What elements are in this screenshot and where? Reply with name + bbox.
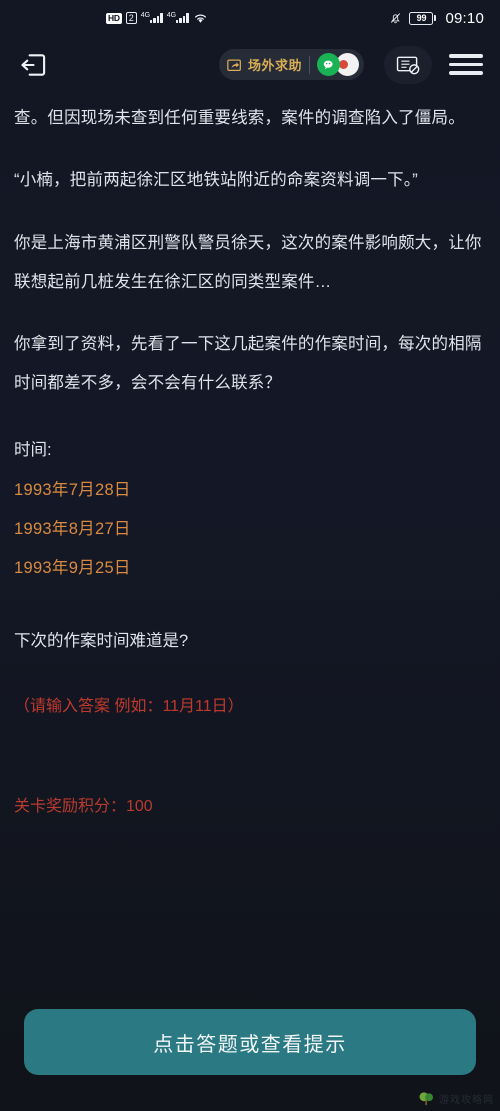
story-paragraph-1: 查。但因现场未查到任何重要线索，案件的调查陷入了僵局。	[14, 109, 465, 127]
exit-button[interactable]	[14, 46, 52, 84]
story-paragraph-3: 你是上海市黄浦区刑警队警员徐天，这次的案件影响颇大，让你联想起前几桩发生在徐汇区…	[14, 234, 482, 291]
sim-icon: 2	[125, 12, 137, 24]
app-screen: HD 2 4G 4G 99 09:10 场外求助 查。但因现场未查到任何重要线索…	[0, 0, 500, 1111]
answer-format-hint: （请输入答案 例如：11月11日）	[14, 698, 244, 715]
question-prompt: 下次的作案时间难道是?	[14, 632, 189, 650]
battery-icon: 99	[409, 11, 437, 25]
outside-help-button[interactable]: 场外求助	[218, 49, 364, 80]
toolbar: 场外求助	[0, 36, 500, 93]
hamburger-line-2	[449, 62, 483, 67]
clue-date-2: 1993年8月27日	[14, 520, 131, 538]
wechat-icon[interactable]	[317, 53, 359, 76]
hamburger-line-3	[449, 71, 483, 75]
hd-icon: HD	[106, 12, 122, 24]
clock: 09:10	[445, 9, 484, 27]
signal-icon: 4G	[140, 12, 163, 23]
network-type-label-2: 4G	[166, 12, 177, 19]
outside-help-label: 场外求助	[247, 58, 302, 73]
wifi-icon	[194, 14, 206, 23]
story-paragraph-2: “小楠，把前两起徐汇区地铁站附近的命案资料调一下。”	[14, 171, 418, 189]
reward-points-label: 关卡奖励积分：100	[14, 798, 153, 815]
status-bar-left: HD 2 4G 4G	[106, 12, 208, 24]
time-label: 时间:	[14, 441, 52, 459]
notes-disabled-icon	[396, 56, 419, 75]
story-paragraph-4: 你拿到了资料，先看了一下这几起案件的作案时间，每次的相隔时间都差不多，会不会有什…	[14, 335, 482, 392]
status-bar-right: 99 09:10	[389, 10, 484, 27]
signal-icon-secondary: 4G	[166, 12, 189, 23]
wechat-primary-circle	[317, 53, 340, 76]
hamburger-menu-button[interactable]	[446, 46, 486, 84]
story-content: 查。但因现场未查到任何重要线索，案件的调查陷入了僵局。 “小楠，把前两起徐汇区地…	[0, 93, 500, 1009]
hamburger-menu-icon	[449, 54, 483, 58]
bell-muted-icon	[391, 13, 401, 24]
status-bar: HD 2 4G 4G 99 09:10	[0, 0, 500, 36]
pill-divider	[309, 55, 310, 74]
wechat-bubble-icon	[323, 60, 333, 69]
tree-logo-icon	[419, 1092, 433, 1106]
notes-disabled-button[interactable]	[384, 45, 432, 84]
battery-percent: 99	[409, 11, 434, 25]
clue-date-1: 1993年7月28日	[14, 481, 131, 499]
watermark: 游戏攻略网	[418, 1090, 494, 1107]
clue-date-3: 1993年9月25日	[14, 559, 131, 577]
network-type-label-1: 4G	[140, 12, 151, 19]
exit-icon	[20, 53, 45, 76]
answer-or-hint-button[interactable]: 点击答题或查看提示	[24, 1009, 476, 1075]
share-icon	[227, 59, 241, 71]
watermark-text: 游戏攻略网	[439, 1095, 494, 1106]
